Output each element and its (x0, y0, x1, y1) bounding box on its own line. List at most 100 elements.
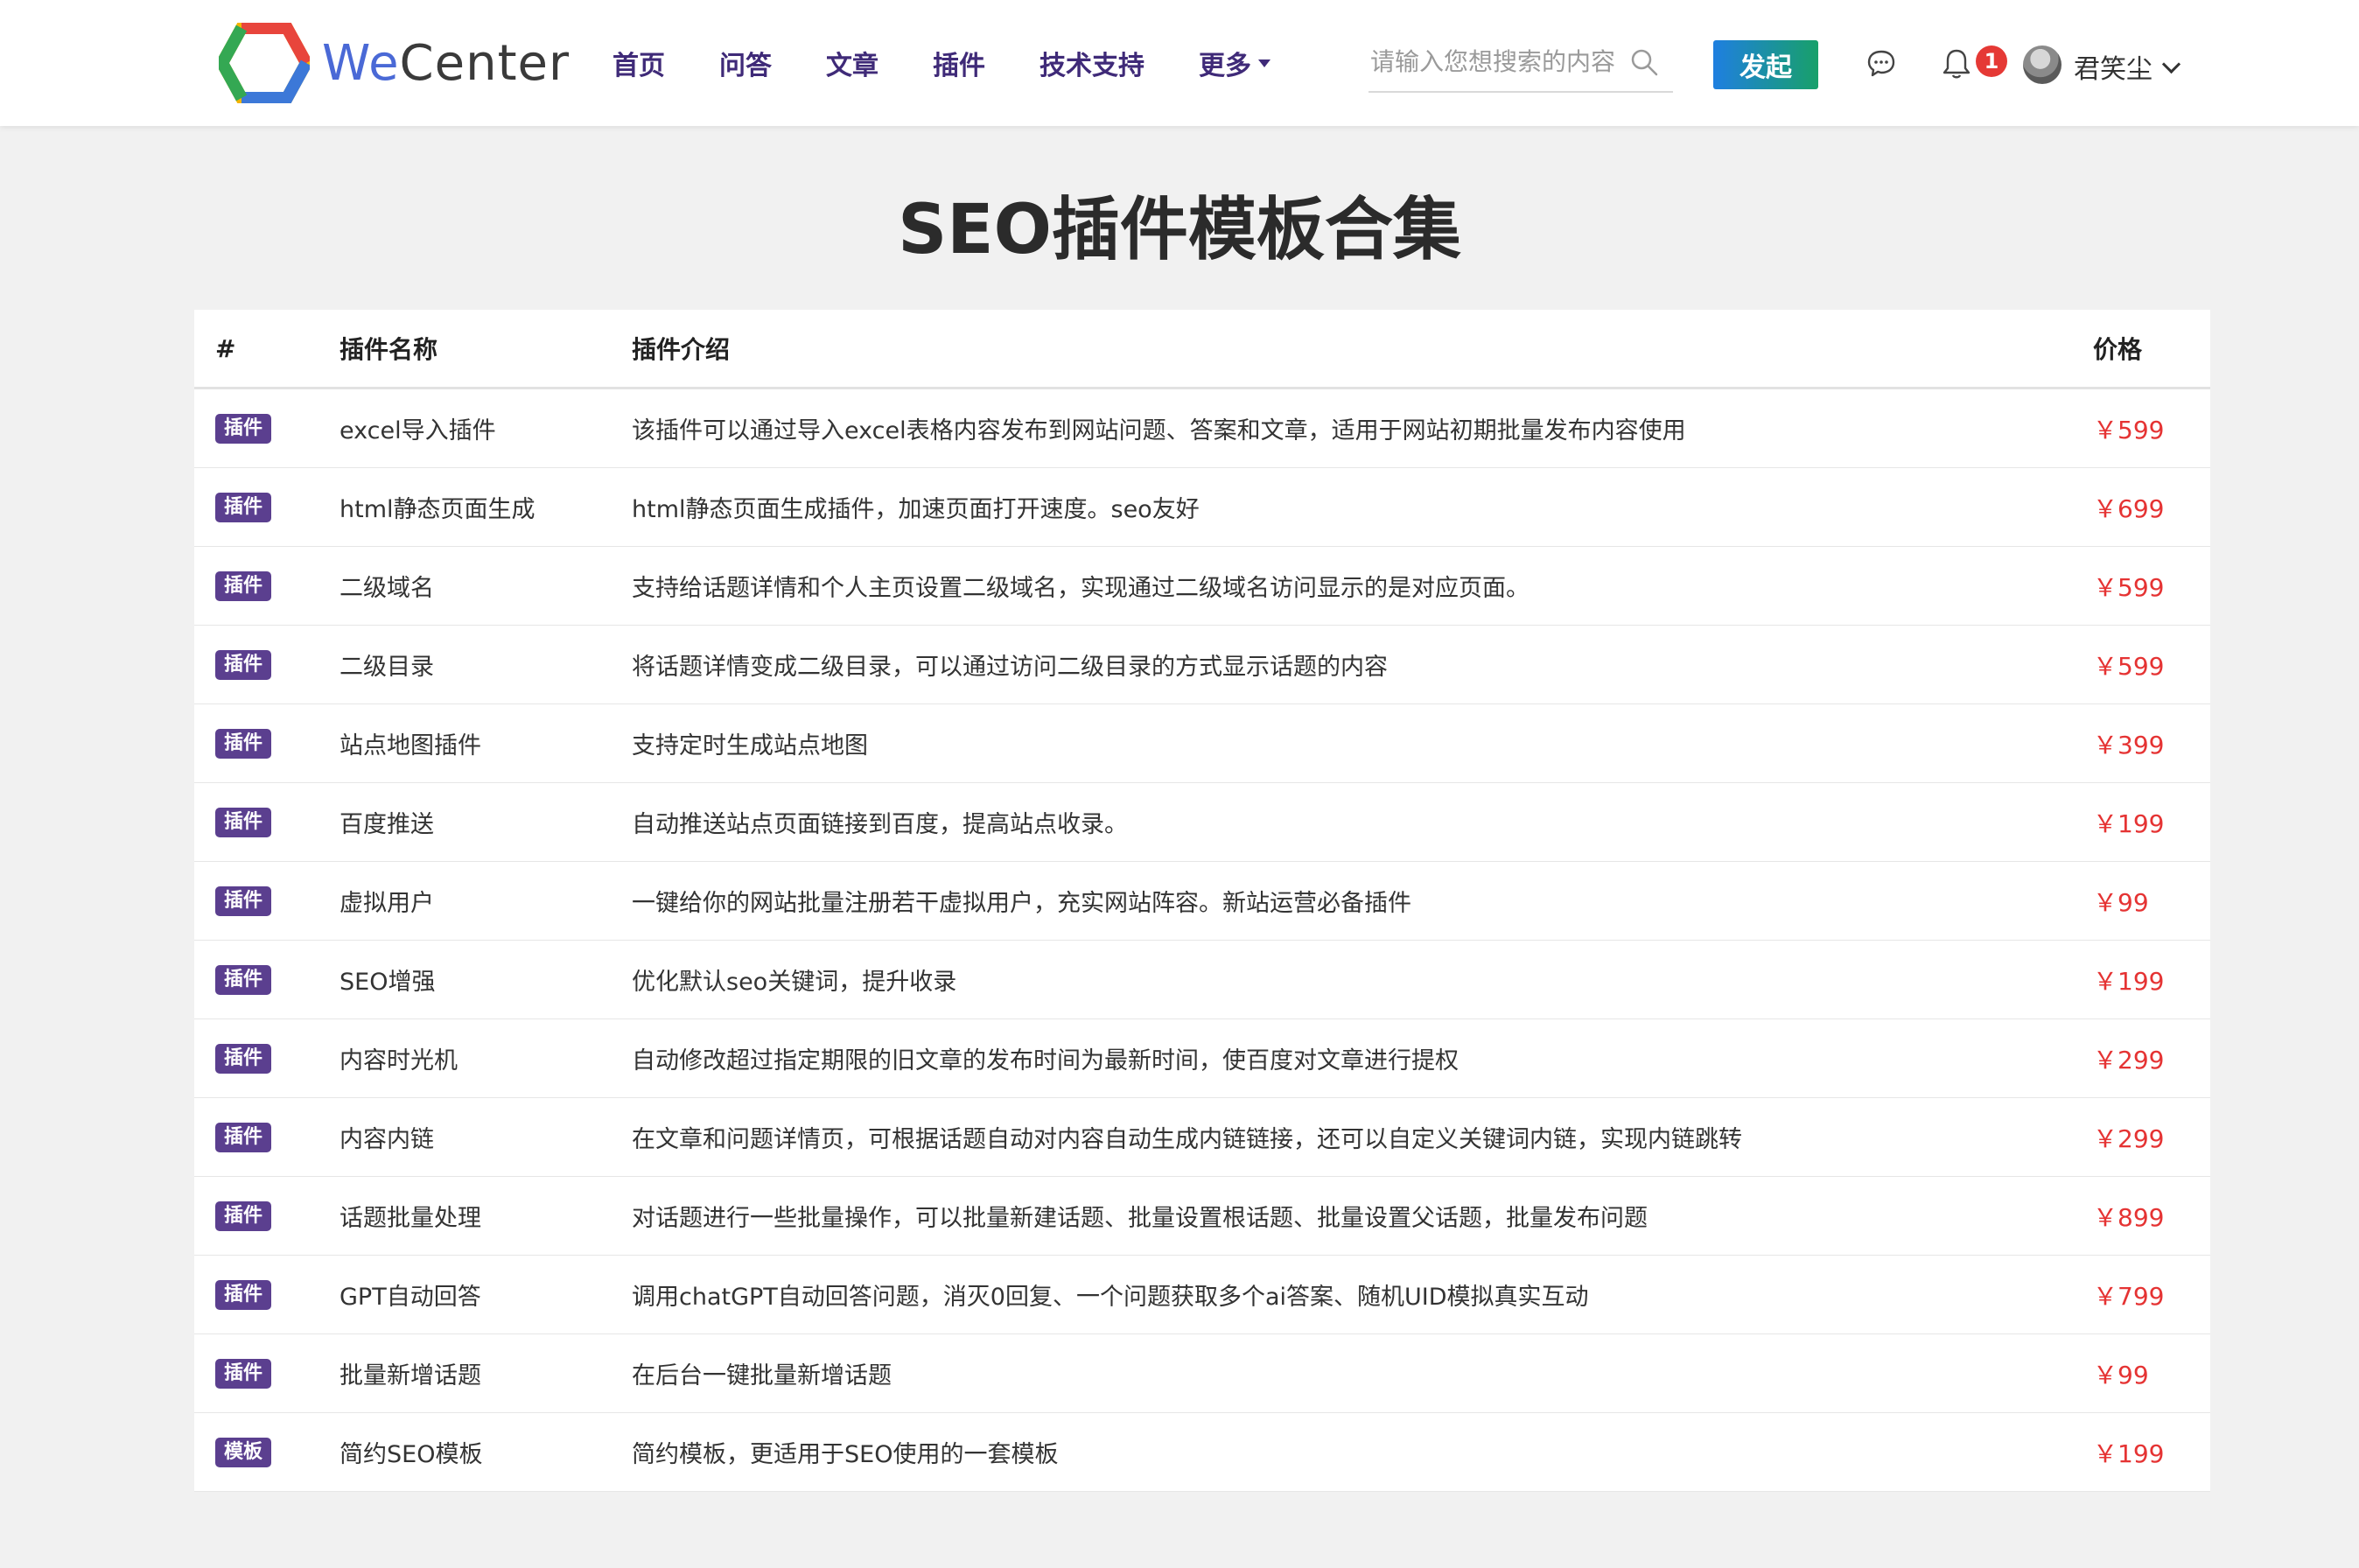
cell-plugin-name[interactable]: 批量新增话题 (340, 1334, 632, 1413)
table-row[interactable]: 插件 虚拟用户 一键给你的网站批量注册若干虚拟用户，充实网站阵容。新站运营必备插件 ￥… (194, 861, 2210, 941)
cell-price: ￥899 (2093, 1176, 2210, 1256)
table-row[interactable]: 插件 内容时光机 自动修改超过指定期限的旧文章的发布时间为最新时间，使百度对文章进行… (194, 1018, 2210, 1098)
cell-plugin-name[interactable]: 内容内链 (340, 1097, 632, 1177)
message-icon[interactable] (1866, 47, 1897, 79)
cell-price: ￥599 (2093, 625, 2210, 704)
cell-plugin-name[interactable]: SEO增强 (340, 940, 632, 1019)
cell-plugin-desc: 自动推送站点页面链接到百度，提高站点收录。 (632, 782, 2093, 862)
avatar[interactable] (2023, 46, 2062, 84)
cell-price: ￥199 (2093, 940, 2210, 1019)
table-row[interactable]: 插件 html静态页面生成 html静态页面生成插件，加速页面打开速度。seo友好 ￥… (194, 467, 2210, 547)
price-value: ￥599 (2093, 651, 2165, 681)
cell-type: 插件 (194, 1255, 340, 1334)
nav-home[interactable]: 首页 (612, 44, 665, 82)
nav-more-label: 更多 (1199, 51, 1251, 81)
cell-type: 插件 (194, 704, 340, 783)
table-row[interactable]: 插件 百度推送 自动推送站点页面链接到百度，提高站点收录。 ￥199 (194, 782, 2210, 862)
cell-plugin-name[interactable]: 二级目录 (340, 625, 632, 704)
cell-type: 模板 (194, 1412, 340, 1492)
table-row[interactable]: 插件 站点地图插件 支持定时生成站点地图 ￥399 (194, 704, 2210, 783)
site-logo[interactable]: WeCenter (219, 23, 570, 103)
price-value: ￥199 (2093, 808, 2165, 838)
cell-plugin-name[interactable]: html静态页面生成 (340, 467, 632, 547)
table-row[interactable]: 插件 二级目录 将话题详情变成二级目录，可以通过访问二级目录的方式显示话题的内容 ￥5… (194, 625, 2210, 704)
type-tag: 插件 (215, 729, 272, 759)
nav-support[interactable]: 技术支持 (1040, 44, 1144, 82)
price-value: ￥699 (2093, 494, 2165, 523)
cell-plugin-name[interactable]: 内容时光机 (340, 1018, 632, 1098)
top-navbar: WeCenter 首页 问答 文章 插件 技术支持 更多 发起 1 君笑尘 (0, 0, 2359, 126)
cell-plugin-name[interactable]: 二级域名 (340, 546, 632, 626)
cell-plugin-desc: 一键给你的网站批量注册若干虚拟用户，充实网站阵容。新站运营必备插件 (632, 861, 2093, 941)
cell-plugin-desc: 对话题进行一些批量操作，可以批量新建话题、批量设置根话题、批量设置父话题，批量发… (632, 1176, 2093, 1256)
type-tag: 模板 (215, 1438, 272, 1467)
type-tag: 插件 (215, 1044, 272, 1074)
table-row[interactable]: 插件 内容内链 在文章和问题详情页，可根据话题自动对内容自动生成内链链接，还可以自定… (194, 1097, 2210, 1177)
logo-text-center: Center (399, 34, 570, 92)
type-tag: 插件 (215, 1359, 272, 1389)
cell-plugin-name[interactable]: 简约SEO模板 (340, 1412, 632, 1492)
nav-qa[interactable]: 问答 (719, 44, 772, 82)
cell-type: 插件 (194, 1018, 340, 1098)
cell-type: 插件 (194, 861, 340, 941)
cell-plugin-desc: 简约模板，更适用于SEO使用的一套模板 (632, 1412, 2093, 1492)
search-icon[interactable] (1629, 47, 1659, 77)
type-tag: 插件 (215, 650, 272, 680)
cell-price: ￥699 (2093, 467, 2210, 547)
cell-type: 插件 (194, 546, 340, 626)
cell-plugin-desc: 在文章和问题详情页，可根据话题自动对内容自动生成内链链接，还可以自定义关键词内链… (632, 1097, 2093, 1177)
cell-type: 插件 (194, 1097, 340, 1177)
plugin-table-container: # 插件名称 插件介绍 价格 插件 excel导入插件 该插件可以通过导入excel… (194, 310, 2210, 1492)
table-row[interactable]: 插件 话题批量处理 对话题进行一些批量操作，可以批量新建话题、批量设置根话题、批量设… (194, 1176, 2210, 1256)
start-button[interactable]: 发起 (1713, 40, 1818, 89)
nav-plugins[interactable]: 插件 (933, 44, 985, 82)
col-header-desc: 插件介绍 (632, 310, 2093, 389)
nav-more[interactable]: 更多 (1199, 44, 1270, 82)
caret-down-icon (1258, 59, 1270, 67)
type-tag: 插件 (215, 571, 272, 601)
user-menu[interactable]: 君笑尘 (2074, 47, 2181, 86)
logo-hexagon-icon (219, 23, 310, 103)
cell-price: ￥199 (2093, 1412, 2210, 1492)
price-value: ￥299 (2093, 1124, 2165, 1153)
cell-plugin-desc: 将话题详情变成二级目录，可以通过访问二级目录的方式显示话题的内容 (632, 625, 2093, 704)
table-row[interactable]: 插件 批量新增话题 在后台一键批量新增话题 ￥99 (194, 1334, 2210, 1413)
table-row[interactable]: 插件 excel导入插件 该插件可以通过导入excel表格内容发布到网站问题、答案和… (194, 388, 2210, 468)
nav-articles[interactable]: 文章 (826, 44, 878, 82)
notification-badge: 1 (1976, 46, 2007, 77)
cell-plugin-name[interactable]: excel导入插件 (340, 388, 632, 468)
cell-plugin-desc: 支持定时生成站点地图 (632, 704, 2093, 783)
search-box (1368, 37, 1673, 93)
chevron-down-icon (2161, 54, 2181, 74)
cell-price: ￥99 (2093, 1334, 2210, 1413)
type-tag: 插件 (215, 965, 272, 995)
search-input[interactable] (1368, 37, 1624, 86)
cell-plugin-desc: 自动修改超过指定期限的旧文章的发布时间为最新时间，使百度对文章进行提权 (632, 1018, 2093, 1098)
price-value: ￥599 (2093, 572, 2165, 602)
cell-plugin-desc: 该插件可以通过导入excel表格内容发布到网站问题、答案和文章，适用于网站初期批… (632, 388, 2093, 468)
table-row[interactable]: 模板 简约SEO模板 简约模板，更适用于SEO使用的一套模板 ￥199 (194, 1412, 2210, 1492)
main-nav: 首页 问答 文章 插件 技术支持 更多 (612, 38, 1325, 88)
table-row[interactable]: 插件 SEO增强 优化默认seo关键词，提升收录 ￥199 (194, 940, 2210, 1019)
plugin-table: # 插件名称 插件介绍 价格 插件 excel导入插件 该插件可以通过导入excel… (194, 310, 2210, 1492)
cell-plugin-name[interactable]: GPT自动回答 (340, 1255, 632, 1334)
cell-plugin-name[interactable]: 百度推送 (340, 782, 632, 862)
col-header-name: 插件名称 (340, 310, 632, 389)
cell-price: ￥199 (2093, 782, 2210, 862)
type-tag: 插件 (215, 1201, 272, 1231)
table-row[interactable]: 插件 二级域名 支持给话题详情和个人主页设置二级域名，实现通过二级域名访问显示的是对… (194, 546, 2210, 626)
cell-plugin-name[interactable]: 站点地图插件 (340, 704, 632, 783)
type-tag: 插件 (215, 493, 272, 522)
cell-plugin-name[interactable]: 话题批量处理 (340, 1176, 632, 1256)
page-title: SEO插件模板合集 (898, 191, 1461, 270)
cell-type: 插件 (194, 940, 340, 1019)
table-row[interactable]: 插件 GPT自动回答 调用chatGPT自动回答问题，消灭0回复、一个问题获取多个a… (194, 1255, 2210, 1334)
cell-plugin-desc: 调用chatGPT自动回答问题，消灭0回复、一个问题获取多个ai答案、随机UID… (632, 1255, 2093, 1334)
price-value: ￥99 (2093, 1360, 2149, 1390)
price-value: ￥399 (2093, 730, 2165, 760)
cell-plugin-name[interactable]: 虚拟用户 (340, 861, 632, 941)
cell-price: ￥299 (2093, 1018, 2210, 1098)
table-body: 插件 excel导入插件 该插件可以通过导入excel表格内容发布到网站问题、答案和… (194, 388, 2210, 1492)
bell-icon[interactable] (1941, 47, 1972, 80)
cell-price: ￥299 (2093, 1097, 2210, 1177)
